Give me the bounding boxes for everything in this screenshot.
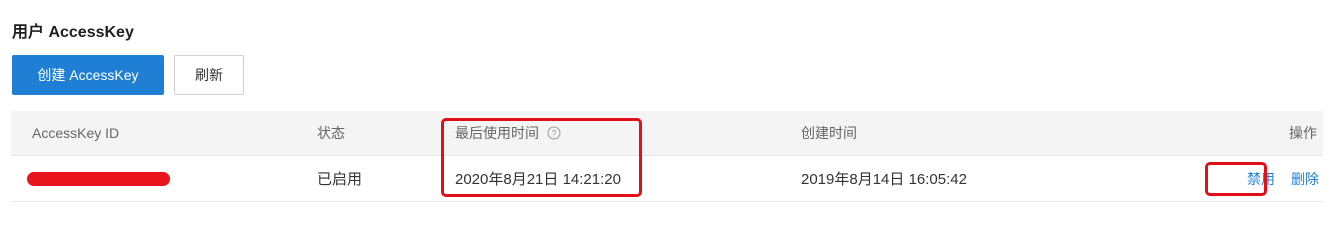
create-accesskey-button[interactable]: 创建 AccessKey [12,55,164,95]
column-header-status: 状态 [317,125,345,141]
column-header-actions: 操作 [1289,125,1317,141]
column-header-created: 创建时间 [801,125,857,141]
accesskey-table: AccessKey ID 状态 最后使用时间 ? 创建时间 操作 已启用 202… [11,111,1323,202]
redacted-accesskey-id [27,172,170,186]
highlight-last-used-column [441,118,642,197]
section-title: 用户 AccessKey [12,24,134,41]
created-value: 2019年8月14日 16:05:42 [801,171,967,188]
highlight-disable-action [1205,162,1267,196]
table-row: 已启用 2020年8月21日 14:21:20 2019年8月14日 16:05… [11,156,1323,202]
refresh-button[interactable]: 刷新 [174,55,244,95]
column-header-accesskey-id: AccessKey ID [32,125,120,141]
table-header: AccessKey ID 状态 最后使用时间 ? 创建时间 操作 [11,111,1323,156]
status-value: 已启用 [317,171,363,188]
delete-link[interactable]: 删除 [1291,169,1319,189]
